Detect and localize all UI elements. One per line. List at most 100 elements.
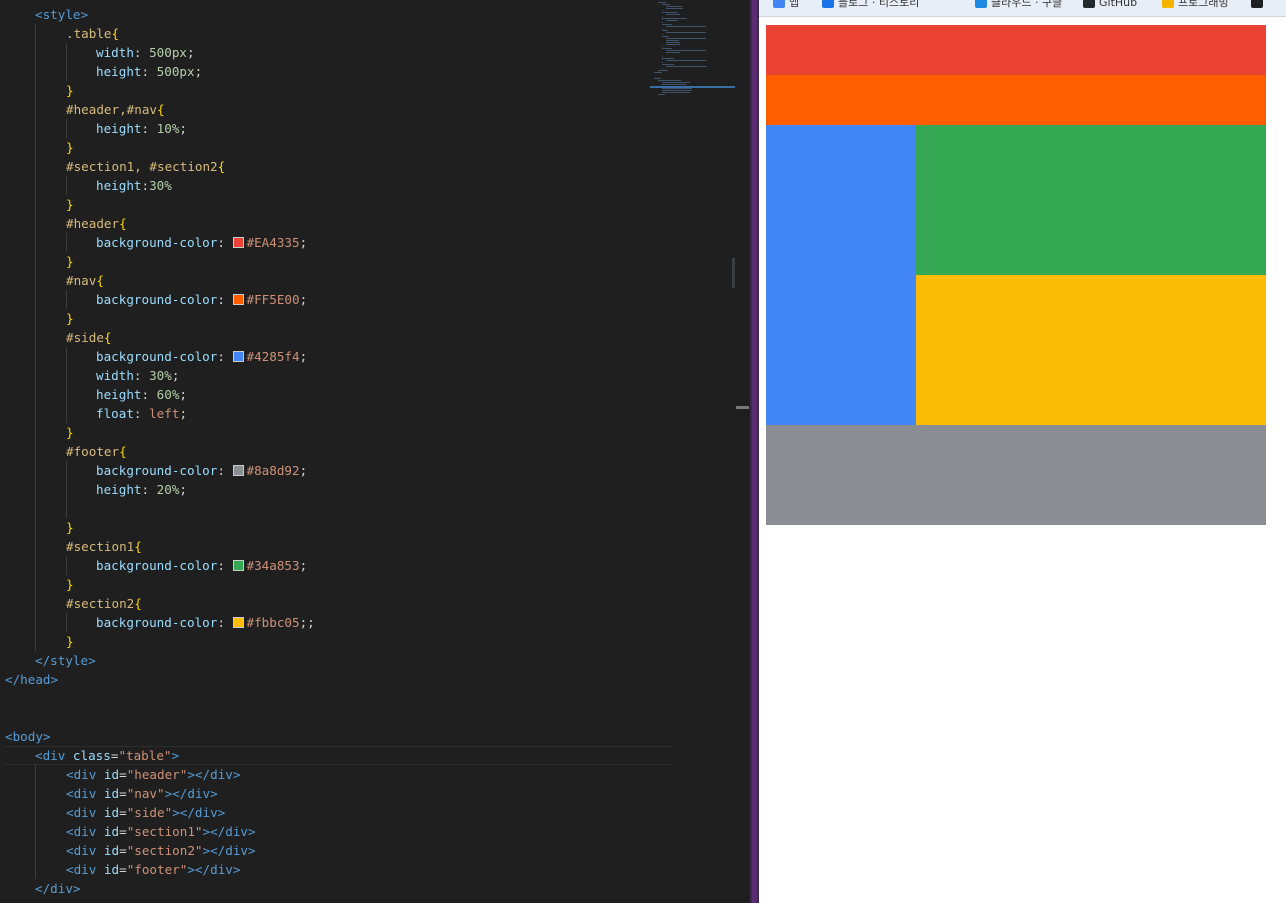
- code-token: "section2": [126, 843, 203, 858]
- code-line[interactable]: .table{: [5, 24, 673, 43]
- code-token: {: [134, 596, 142, 611]
- code-line[interactable]: height: 20%;: [5, 480, 673, 499]
- code-line[interactable]: background-color: #8a8d92;: [5, 461, 673, 480]
- code-line[interactable]: background-color: #EA4335;: [5, 233, 673, 252]
- code-line[interactable]: width: 500px;: [5, 43, 673, 62]
- code-token: width: [96, 45, 134, 60]
- code-line[interactable]: </head>: [5, 670, 673, 689]
- minimap-line: [658, 2, 667, 3]
- indent-guide: [35, 499, 36, 518]
- code-line[interactable]: background-color: #fbbc05;;: [5, 613, 673, 632]
- minimap-viewport-slider[interactable]: [650, 86, 735, 88]
- code-token: id: [103, 824, 120, 839]
- code-line[interactable]: <div id="footer"></div>: [5, 860, 673, 879]
- code-line[interactable]: height: 10%;: [5, 119, 673, 138]
- code-line[interactable]: background-color: #4285f4;: [5, 347, 673, 366]
- bookmark-label: 앱: [789, 0, 800, 9]
- code-line[interactable]: #header{: [5, 214, 673, 233]
- color-swatch-icon[interactable]: [232, 560, 244, 571]
- code-token: :: [133, 406, 150, 421]
- bookmark-item[interactable]: 클라우드 · 구글: [975, 0, 1062, 10]
- code-editor[interactable]: <style> .table{width: 500px; height: 500px…: [0, 0, 735, 903]
- color-swatch-icon[interactable]: [232, 617, 244, 628]
- pane-divider-handle[interactable]: [752, 0, 757, 903]
- bookmark-item[interactable]: 프로그래밍: [1162, 0, 1229, 10]
- pane-divider[interactable]: [750, 0, 759, 903]
- bookmark-item[interactable]: 블로그 · 티스토리: [822, 0, 919, 10]
- code-line[interactable]: #section1{: [5, 537, 673, 556]
- code-token: #side: [66, 330, 104, 345]
- code-line[interactable]: <div id="section1"></div>: [5, 822, 673, 841]
- code-line[interactable]: height:30%: [5, 176, 673, 195]
- code-line[interactable]: <div class="table">: [5, 746, 673, 765]
- code-line[interactable]: }: [5, 309, 673, 328]
- code-token: :: [217, 463, 233, 478]
- code-line[interactable]: #section2{: [5, 594, 673, 613]
- code-line[interactable]: <div id="side"></div>: [5, 803, 673, 822]
- minimap-line: [666, 14, 681, 15]
- indent-guide: [35, 24, 36, 43]
- scrollbar-thumb[interactable]: [736, 406, 749, 409]
- color-swatch-icon[interactable]: [232, 294, 244, 305]
- color-swatch-icon[interactable]: [232, 465, 244, 476]
- header-block: [766, 25, 1266, 75]
- editor-scrollbar[interactable]: [732, 0, 750, 903]
- code-line[interactable]: float: left;: [5, 404, 673, 423]
- code-line[interactable]: </div>: [5, 879, 673, 898]
- code-token: ;: [179, 387, 188, 402]
- code-line[interactable]: width: 30%;: [5, 366, 673, 385]
- code-line[interactable]: <div id="nav"></div>: [5, 784, 673, 803]
- code-line[interactable]: }: [5, 632, 673, 651]
- bookmark-item[interactable]: GitHub: [1083, 0, 1137, 10]
- color-swatch-icon[interactable]: [232, 351, 244, 362]
- code-token: :: [141, 121, 157, 136]
- color-swatch-icon[interactable]: [232, 237, 244, 248]
- code-token: :: [141, 482, 157, 497]
- code-token: background-color: [96, 349, 218, 364]
- code-line[interactable]: </style>: [5, 651, 673, 670]
- code-line[interactable]: #header,#nav{: [5, 100, 673, 119]
- code-line[interactable]: #nav{: [5, 271, 673, 290]
- code-line[interactable]: #footer{: [5, 442, 673, 461]
- code-line[interactable]: height: 60%;: [5, 385, 673, 404]
- bookmark-item[interactable]: [1251, 0, 1267, 10]
- bookmark-item[interactable]: 앱: [773, 0, 799, 10]
- code-line[interactable]: }: [5, 138, 673, 157]
- code-line[interactable]: [5, 499, 673, 518]
- code-token: :: [217, 349, 233, 364]
- code-line[interactable]: #side{: [5, 328, 673, 347]
- code-line[interactable]: }: [5, 575, 673, 594]
- code-token: left: [149, 406, 180, 421]
- code-line[interactable]: }: [5, 195, 673, 214]
- code-line[interactable]: }: [5, 252, 673, 271]
- indent-guide: [35, 632, 36, 651]
- code-line[interactable]: }: [5, 518, 673, 537]
- code-token: }: [66, 520, 74, 535]
- minimap[interactable]: [648, 0, 735, 110]
- code-token: {: [119, 444, 127, 459]
- code-line[interactable]: [5, 708, 673, 727]
- code-line[interactable]: }: [5, 81, 673, 100]
- code-token: #FF5E00: [246, 292, 300, 307]
- code-line[interactable]: <div id="header"></div>: [5, 765, 673, 784]
- minimap-line: [662, 68, 664, 69]
- indent-guide: [35, 195, 36, 214]
- code-line[interactable]: }: [5, 423, 673, 442]
- code-token: 60%: [156, 387, 180, 402]
- code-line[interactable]: <style>: [5, 5, 673, 24]
- code-line[interactable]: height: 500px;: [5, 62, 673, 81]
- indent-guide: [35, 119, 36, 138]
- indent-guide: [35, 841, 36, 860]
- code-line[interactable]: <body>: [5, 727, 673, 746]
- code-token: :: [217, 615, 233, 630]
- code-line[interactable]: [5, 689, 673, 708]
- minimap-line: [658, 80, 681, 81]
- code-line[interactable]: background-color: #34a853;: [5, 556, 673, 575]
- code-line[interactable]: background-color: #FF5E00;: [5, 290, 673, 309]
- code-line[interactable]: <div id="section2"></div>: [5, 841, 673, 860]
- bookmark-icon: [1162, 0, 1174, 8]
- code-line[interactable]: #section1, #section2{: [5, 157, 673, 176]
- code-token: }: [66, 311, 74, 326]
- bookmark-label: 클라우드 · 구글: [991, 0, 1063, 9]
- code-area[interactable]: <style> .table{width: 500px; height: 500px…: [5, 5, 673, 898]
